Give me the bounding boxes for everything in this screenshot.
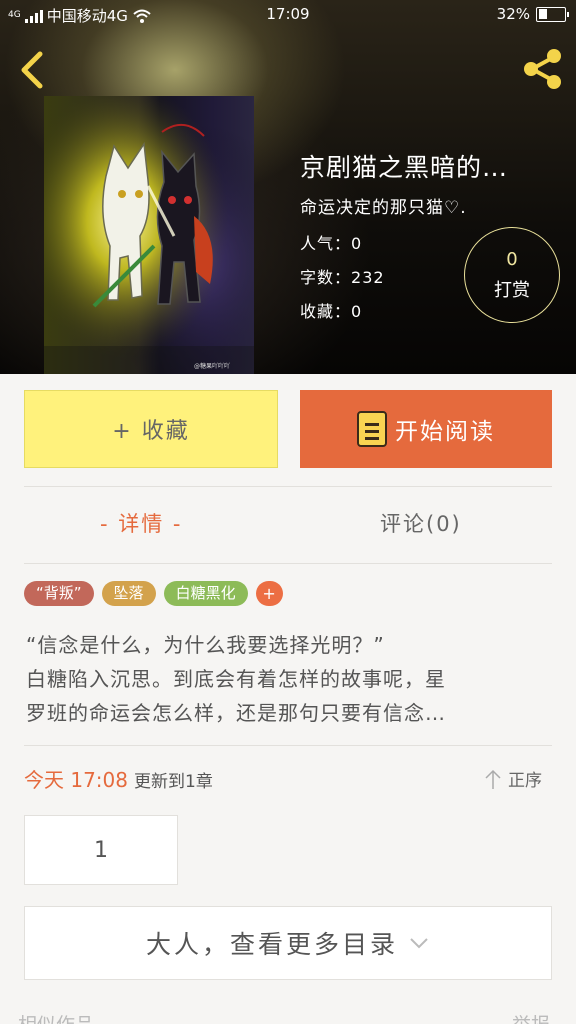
collect-button-label: + 收藏 bbox=[112, 419, 190, 444]
tab-comments[interactable]: 评论(0) bbox=[380, 508, 462, 538]
stat-words-value: 232 bbox=[351, 268, 385, 287]
stat-popularity: 人气：0 bbox=[300, 230, 362, 254]
arrow-up-icon bbox=[485, 769, 501, 789]
divider bbox=[24, 745, 552, 746]
reward-label: 打赏 bbox=[494, 280, 530, 301]
update-time: 今天 17:08 bbox=[24, 768, 128, 792]
add-tag-button[interactable]: + bbox=[255, 581, 283, 606]
book-header: 4G 中国移动4G 17:09 32% @糖果吖吖吖 京剧猫之黑暗的… 命运决定… bbox=[0, 0, 576, 374]
book-cover[interactable]: @糖果吖吖吖 bbox=[44, 96, 254, 374]
sort-label: 正序 bbox=[508, 771, 542, 791]
stat-popularity-label: 人气： bbox=[300, 234, 352, 253]
stat-words-label: 字数： bbox=[300, 268, 352, 287]
tag-list: “背叛” 坠落 白糖黑化 + bbox=[24, 581, 283, 606]
divider bbox=[24, 486, 552, 487]
reward-count: 0 bbox=[506, 249, 518, 270]
tab-detail[interactable]: - 详情 - bbox=[100, 508, 183, 538]
synopsis-line: 罗班的命运会怎么样，还是那句只要有信念… bbox=[26, 701, 446, 725]
similar-works-heading: 相似作品 bbox=[18, 1010, 94, 1024]
start-reading-label: 开始阅读 bbox=[395, 419, 495, 445]
synopsis-line: 白糖陷入沉思。到底会有着怎样的故事呢，星 bbox=[26, 667, 446, 691]
update-text: 更新到1章 bbox=[134, 772, 213, 792]
back-button[interactable] bbox=[16, 50, 46, 90]
report-link[interactable]: 举报 bbox=[512, 1010, 550, 1024]
chapter-item[interactable]: 1 bbox=[24, 815, 178, 885]
stat-favorites-label: 收藏： bbox=[300, 302, 352, 321]
chapter-number: 1 bbox=[94, 837, 108, 863]
more-catalog-button[interactable]: 大人，查看更多目录 bbox=[24, 906, 552, 980]
book-author: 命运决定的那只猫♡. bbox=[300, 198, 467, 218]
book-icon bbox=[357, 411, 387, 447]
start-reading-button[interactable]: 开始阅读 bbox=[300, 390, 552, 468]
stat-favorites-value: 0 bbox=[351, 302, 363, 321]
chevron-left-icon bbox=[21, 51, 43, 89]
chevron-down-icon bbox=[410, 938, 428, 949]
collect-button[interactable]: + 收藏 bbox=[24, 390, 278, 468]
battery-icon bbox=[536, 6, 569, 22]
more-catalog-label: 大人，查看更多目录 bbox=[145, 930, 398, 959]
tag-betrayal[interactable]: “背叛” bbox=[24, 581, 94, 606]
share-button[interactable] bbox=[520, 46, 566, 92]
synopsis-line: “信念是什么，为什么我要选择光明？” bbox=[26, 633, 385, 657]
status-time: 17:09 bbox=[266, 5, 310, 23]
stat-popularity-value: 0 bbox=[351, 234, 363, 253]
tag-baitang-dark[interactable]: 白糖黑化 bbox=[163, 581, 248, 606]
sort-button[interactable]: 正序 bbox=[484, 766, 542, 791]
stat-favorites: 收藏：0 bbox=[300, 298, 362, 322]
tag-falling[interactable]: 坠落 bbox=[101, 581, 156, 606]
cover-illustration: @糖果吖吖吖 bbox=[44, 96, 254, 374]
status-bar: 4G 中国移动4G 17:09 32% bbox=[0, 0, 576, 28]
book-title: 京剧猫之黑暗的… bbox=[300, 153, 509, 182]
stat-words: 字数：232 bbox=[300, 264, 385, 288]
share-icon bbox=[524, 49, 561, 89]
synopsis[interactable]: “信念是什么，为什么我要选择光明？” 白糖陷入沉思。到底会有着怎样的故事呢，星 … bbox=[26, 628, 552, 730]
update-info: 今天 17:08 更新到1章 bbox=[24, 764, 213, 793]
battery-percent: 32% bbox=[496, 5, 530, 23]
reward-button[interactable]: 0 打赏 bbox=[464, 227, 560, 323]
status-right: 32% bbox=[496, 5, 569, 23]
cover-watermark: @糖果吖吖吖 bbox=[194, 362, 230, 370]
divider bbox=[24, 563, 552, 564]
